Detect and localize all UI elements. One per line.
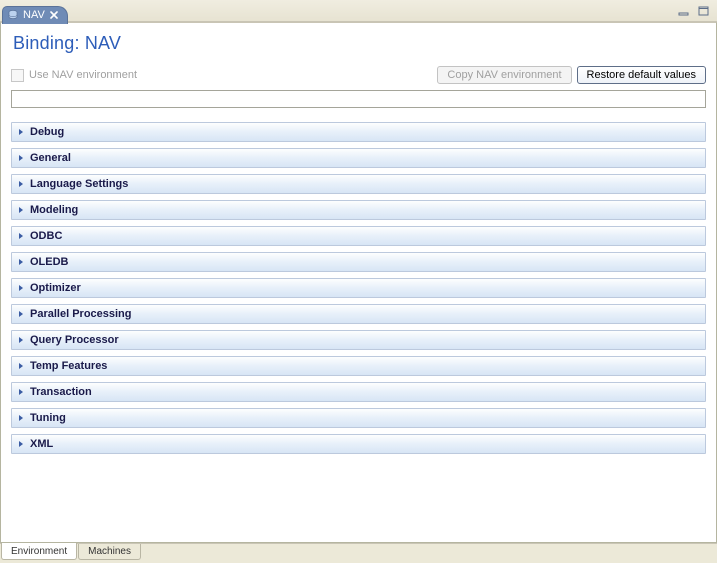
db-icon	[7, 9, 19, 21]
maximize-icon[interactable]	[697, 5, 711, 17]
close-icon[interactable]	[49, 10, 59, 20]
chevron-right-icon	[16, 205, 26, 215]
button-row: Copy NAV environment Restore default val…	[437, 66, 706, 84]
tab-environment[interactable]: Environment	[1, 543, 77, 560]
sections-list: Debug General Language Settings Modeling ODB…	[1, 116, 716, 542]
section-header[interactable]: Temp Features	[11, 356, 706, 376]
chevron-right-icon	[16, 335, 26, 345]
section-label: Tuning	[30, 412, 66, 424]
titlebar: NAV	[0, 0, 717, 22]
editor-window: NAV Binding: NAV	[0, 0, 717, 563]
chevron-right-icon	[16, 387, 26, 397]
chevron-right-icon	[16, 257, 26, 267]
checkbox-label: Use NAV environment	[29, 69, 137, 81]
content-area: Binding: NAV Use NAV environment Copy NA…	[0, 22, 717, 543]
section-label: Temp Features	[30, 360, 107, 372]
section-label: XML	[30, 438, 53, 450]
checkbox-icon	[11, 69, 24, 82]
section-label: Language Settings	[30, 178, 128, 190]
section-label: Parallel Processing	[30, 308, 132, 320]
section-label: Modeling	[30, 204, 78, 216]
section-label: Transaction	[30, 386, 92, 398]
tab-label: NAV	[23, 9, 45, 21]
tab-nav[interactable]: NAV	[2, 6, 68, 24]
restore-defaults-button[interactable]: Restore default values	[577, 66, 706, 84]
chevron-right-icon	[16, 179, 26, 189]
section-header[interactable]: Language Settings	[11, 174, 706, 194]
section-label: General	[30, 152, 71, 164]
use-env-checkbox: Use NAV environment	[11, 69, 137, 82]
chevron-right-icon	[16, 231, 26, 241]
section-label: Debug	[30, 126, 64, 138]
chevron-right-icon	[16, 127, 26, 137]
filter-input-wrap	[1, 88, 716, 116]
tab-machines[interactable]: Machines	[78, 544, 141, 560]
section-header[interactable]: ODBC	[11, 226, 706, 246]
minimize-icon[interactable]	[677, 5, 691, 17]
section-header[interactable]: Tuning	[11, 408, 706, 428]
window-controls	[677, 5, 717, 17]
copy-env-button: Copy NAV environment	[437, 66, 571, 84]
section-header[interactable]: Transaction	[11, 382, 706, 402]
section-header[interactable]: Query Processor	[11, 330, 706, 350]
bottom-tabs: Environment Machines	[0, 543, 717, 563]
chevron-right-icon	[16, 283, 26, 293]
page-title: Binding: NAV	[1, 23, 716, 58]
section-label: Optimizer	[30, 282, 81, 294]
section-label: Query Processor	[30, 334, 119, 346]
tab-area: NAV	[0, 0, 68, 22]
section-header[interactable]: Debug	[11, 122, 706, 142]
chevron-right-icon	[16, 439, 26, 449]
section-header[interactable]: General	[11, 148, 706, 168]
section-header[interactable]: Parallel Processing	[11, 304, 706, 324]
chevron-right-icon	[16, 309, 26, 319]
section-header[interactable]: XML	[11, 434, 706, 454]
chevron-right-icon	[16, 413, 26, 423]
section-header[interactable]: Modeling	[11, 200, 706, 220]
section-header[interactable]: Optimizer	[11, 278, 706, 298]
section-label: OLEDB	[30, 256, 69, 268]
top-toolbar: Use NAV environment Copy NAV environment…	[1, 58, 716, 88]
section-header[interactable]: OLEDB	[11, 252, 706, 272]
chevron-right-icon	[16, 361, 26, 371]
filter-input[interactable]	[11, 90, 706, 108]
chevron-right-icon	[16, 153, 26, 163]
section-label: ODBC	[30, 230, 62, 242]
